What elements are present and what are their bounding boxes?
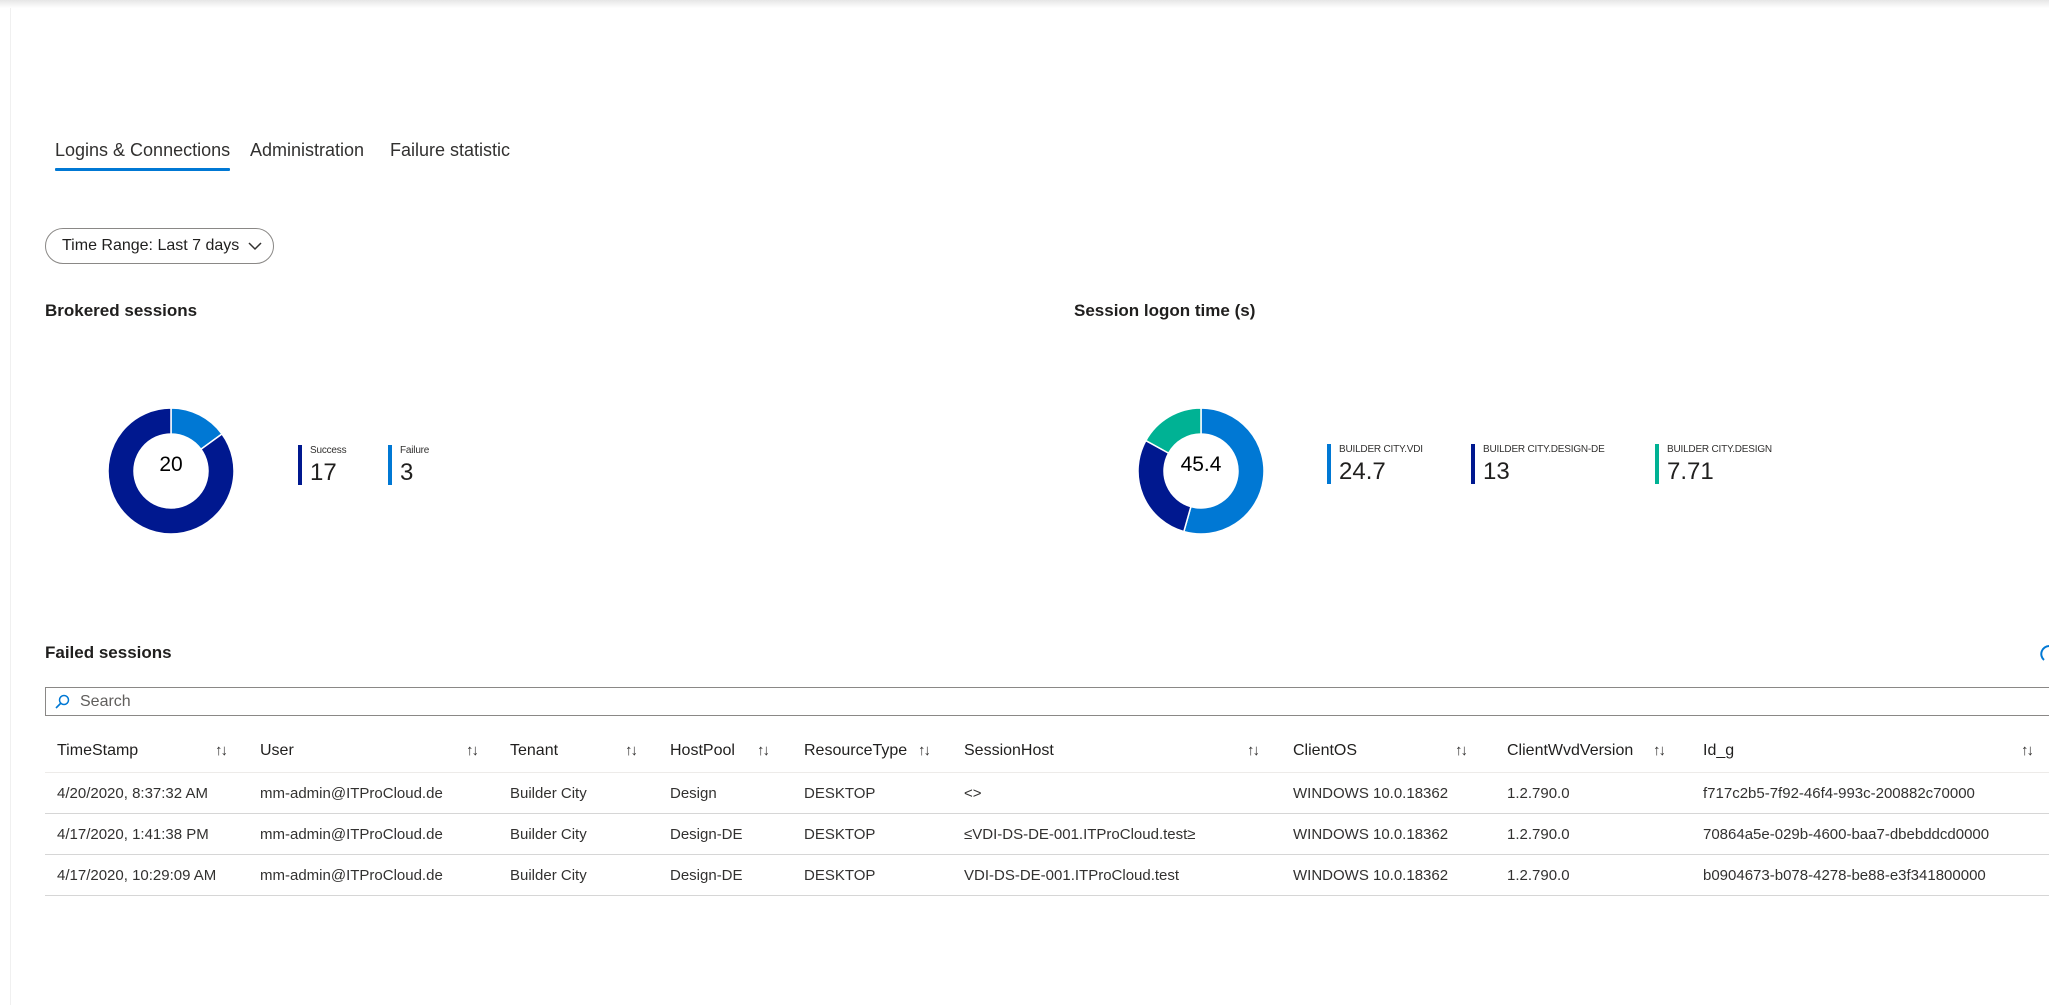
search-box	[45, 687, 2049, 716]
legend-design-value: 7.71	[1667, 458, 1714, 485]
cell-hostpool: Design-DE	[658, 813, 792, 855]
cell-id-g: 70864a5e-029b-4600-baa7-dbebddcd0000	[1691, 813, 2049, 855]
cell-resourcetype: DESKTOP	[792, 813, 952, 855]
legend-design-label: BUILDER CITY.DESIGN	[1667, 444, 1772, 455]
cell-clientos: WINDOWS 10.0.18362	[1281, 813, 1495, 855]
tab-failure-statistic[interactable]: Failure statistic	[390, 140, 510, 161]
table-row[interactable]: 4/20/2020, 8:37:32 AM mm-admin@ITProClou…	[45, 772, 2049, 814]
cell-clientos: WINDOWS 10.0.18362	[1281, 772, 1495, 814]
cell-id-g: b0904673-b078-4278-be88-e3f341800000	[1691, 854, 2049, 896]
column-label: ClientWvdVersion	[1507, 742, 1634, 759]
cell-clientwvdversion: 1.2.790.0	[1495, 772, 1691, 814]
legend-design-de-swatch	[1471, 444, 1475, 484]
cell-tenant: Builder City	[498, 772, 658, 814]
cell-id-g: f717c2b5-7f92-46f4-993c-200882c70000	[1691, 772, 2049, 814]
cell-resourcetype: DESKTOP	[792, 854, 952, 896]
top-shadow	[0, 0, 2049, 8]
cell-user: mm-admin@ITProCloud.de	[248, 854, 498, 896]
tab-administration[interactable]: Administration	[250, 140, 364, 161]
legend-success-label: Success	[310, 445, 347, 456]
cell-sessionhost: ≤VDI-DS-DE-001.ITProCloud.test≥	[952, 813, 1281, 855]
sort-icon[interactable]: ↑↓	[466, 742, 479, 759]
legend-vdi-label: BUILDER CITY.VDI	[1339, 444, 1423, 455]
table-row[interactable]: 4/17/2020, 10:29:09 AM mm-admin@ITProClo…	[45, 854, 2049, 896]
brokered-total: 20	[159, 453, 183, 476]
legend-success-swatch	[298, 445, 302, 485]
sort-icon[interactable]: ↑↓	[1455, 742, 1468, 759]
search-input[interactable]	[78, 691, 1982, 712]
column-label: HostPool	[670, 742, 735, 759]
column-label: Tenant	[510, 742, 559, 759]
column-header-hostpool[interactable]: HostPool ↑↓	[658, 730, 792, 773]
left-border	[10, 8, 11, 1005]
time-range-label: Time Range: Last 7 days	[62, 237, 240, 254]
table-row[interactable]: 4/17/2020, 1:41:38 PM mm-admin@ITProClou…	[45, 813, 2049, 855]
cell-tenant: Builder City	[498, 854, 658, 896]
legend-vdi-value: 24.7	[1339, 458, 1386, 485]
column-header-timestamp[interactable]: TimeStamp ↑↓	[45, 730, 248, 773]
cell-timestamp: 4/17/2020, 10:29:09 AM	[45, 854, 248, 896]
cell-resourcetype: DESKTOP	[792, 772, 952, 814]
legend-success-value: 17	[310, 459, 337, 486]
logon-time-total: 45.4	[1180, 453, 1222, 476]
legend-design-swatch	[1655, 444, 1659, 484]
cell-clientos: WINDOWS 10.0.18362	[1281, 854, 1495, 896]
column-label: ClientOS	[1293, 742, 1358, 759]
column-header-resourcetype[interactable]: ResourceType ↑↓	[792, 730, 952, 773]
column-header-id-g[interactable]: Id_g ↑↓	[1691, 730, 2049, 773]
time-range-dropdown[interactable]: Time Range: Last 7 days	[45, 228, 274, 264]
sort-icon[interactable]: ↑↓	[1653, 742, 1666, 759]
cell-hostpool: Design	[658, 772, 792, 814]
legend-design-de-label: BUILDER CITY.DESIGN-DE	[1483, 444, 1605, 455]
column-header-user[interactable]: User ↑↓	[248, 730, 498, 773]
cell-timestamp: 4/17/2020, 1:41:38 PM	[45, 813, 248, 855]
column-label: Id_g	[1703, 742, 1735, 759]
legend-vdi-swatch	[1327, 444, 1331, 484]
cell-sessionhost: VDI-DS-DE-001.ITProCloud.test	[952, 854, 1281, 896]
column-header-clientwvdversion[interactable]: ClientWvdVersion ↑↓	[1495, 730, 1691, 773]
table-header-row: TimeStamp ↑↓ User ↑↓ Tenant ↑↓ HostPool ↑↓ R…	[45, 730, 2049, 773]
column-label: SessionHost	[964, 742, 1054, 759]
column-label: User	[260, 742, 294, 759]
sort-icon[interactable]: ↑↓	[215, 742, 228, 759]
column-header-clientos[interactable]: ClientOS ↑↓	[1281, 730, 1495, 773]
failed-sessions-table: TimeStamp ↑↓ User ↑↓ Tenant ↑↓ HostPool ↑↓ R…	[45, 730, 2049, 896]
cell-clientwvdversion: 1.2.790.0	[1495, 813, 1691, 855]
sort-icon[interactable]: ↑↓	[918, 742, 931, 759]
search-icon	[55, 694, 70, 709]
column-header-sessionhost[interactable]: SessionHost ↑↓	[952, 730, 1281, 773]
tab-logins-connections[interactable]: Logins & Connections	[55, 140, 231, 171]
legend-failure-value: 3	[400, 459, 414, 486]
legend-failure-swatch	[388, 445, 392, 485]
failed-sessions-title: Failed sessions	[45, 643, 172, 662]
cell-user: mm-admin@ITProCloud.de	[248, 813, 498, 855]
cell-timestamp: 4/20/2020, 8:37:32 AM	[45, 772, 248, 814]
sort-icon[interactable]: ↑↓	[1247, 742, 1260, 759]
session-logon-time-title: Session logon time (s)	[1074, 301, 1256, 320]
column-label: ResourceType	[804, 742, 908, 759]
sort-icon[interactable]: ↑↓	[2021, 742, 2034, 759]
refresh-icon[interactable]	[2040, 642, 2049, 666]
cell-sessionhost: <>	[952, 772, 1281, 814]
legend-failure-label: Failure	[400, 445, 430, 456]
chevron-down-icon	[248, 242, 262, 251]
column-label: TimeStamp	[57, 742, 139, 759]
cell-clientwvdversion: 1.2.790.0	[1495, 854, 1691, 896]
cell-hostpool: Design-DE	[658, 854, 792, 896]
cell-tenant: Builder City	[498, 813, 658, 855]
column-header-tenant[interactable]: Tenant ↑↓	[498, 730, 658, 773]
brokered-sessions-title: Brokered sessions	[45, 301, 198, 320]
sort-icon[interactable]: ↑↓	[625, 742, 638, 759]
legend-design-de-value: 13	[1483, 458, 1510, 485]
sort-icon[interactable]: ↑↓	[757, 742, 770, 759]
cell-user: mm-admin@ITProCloud.de	[248, 772, 498, 814]
